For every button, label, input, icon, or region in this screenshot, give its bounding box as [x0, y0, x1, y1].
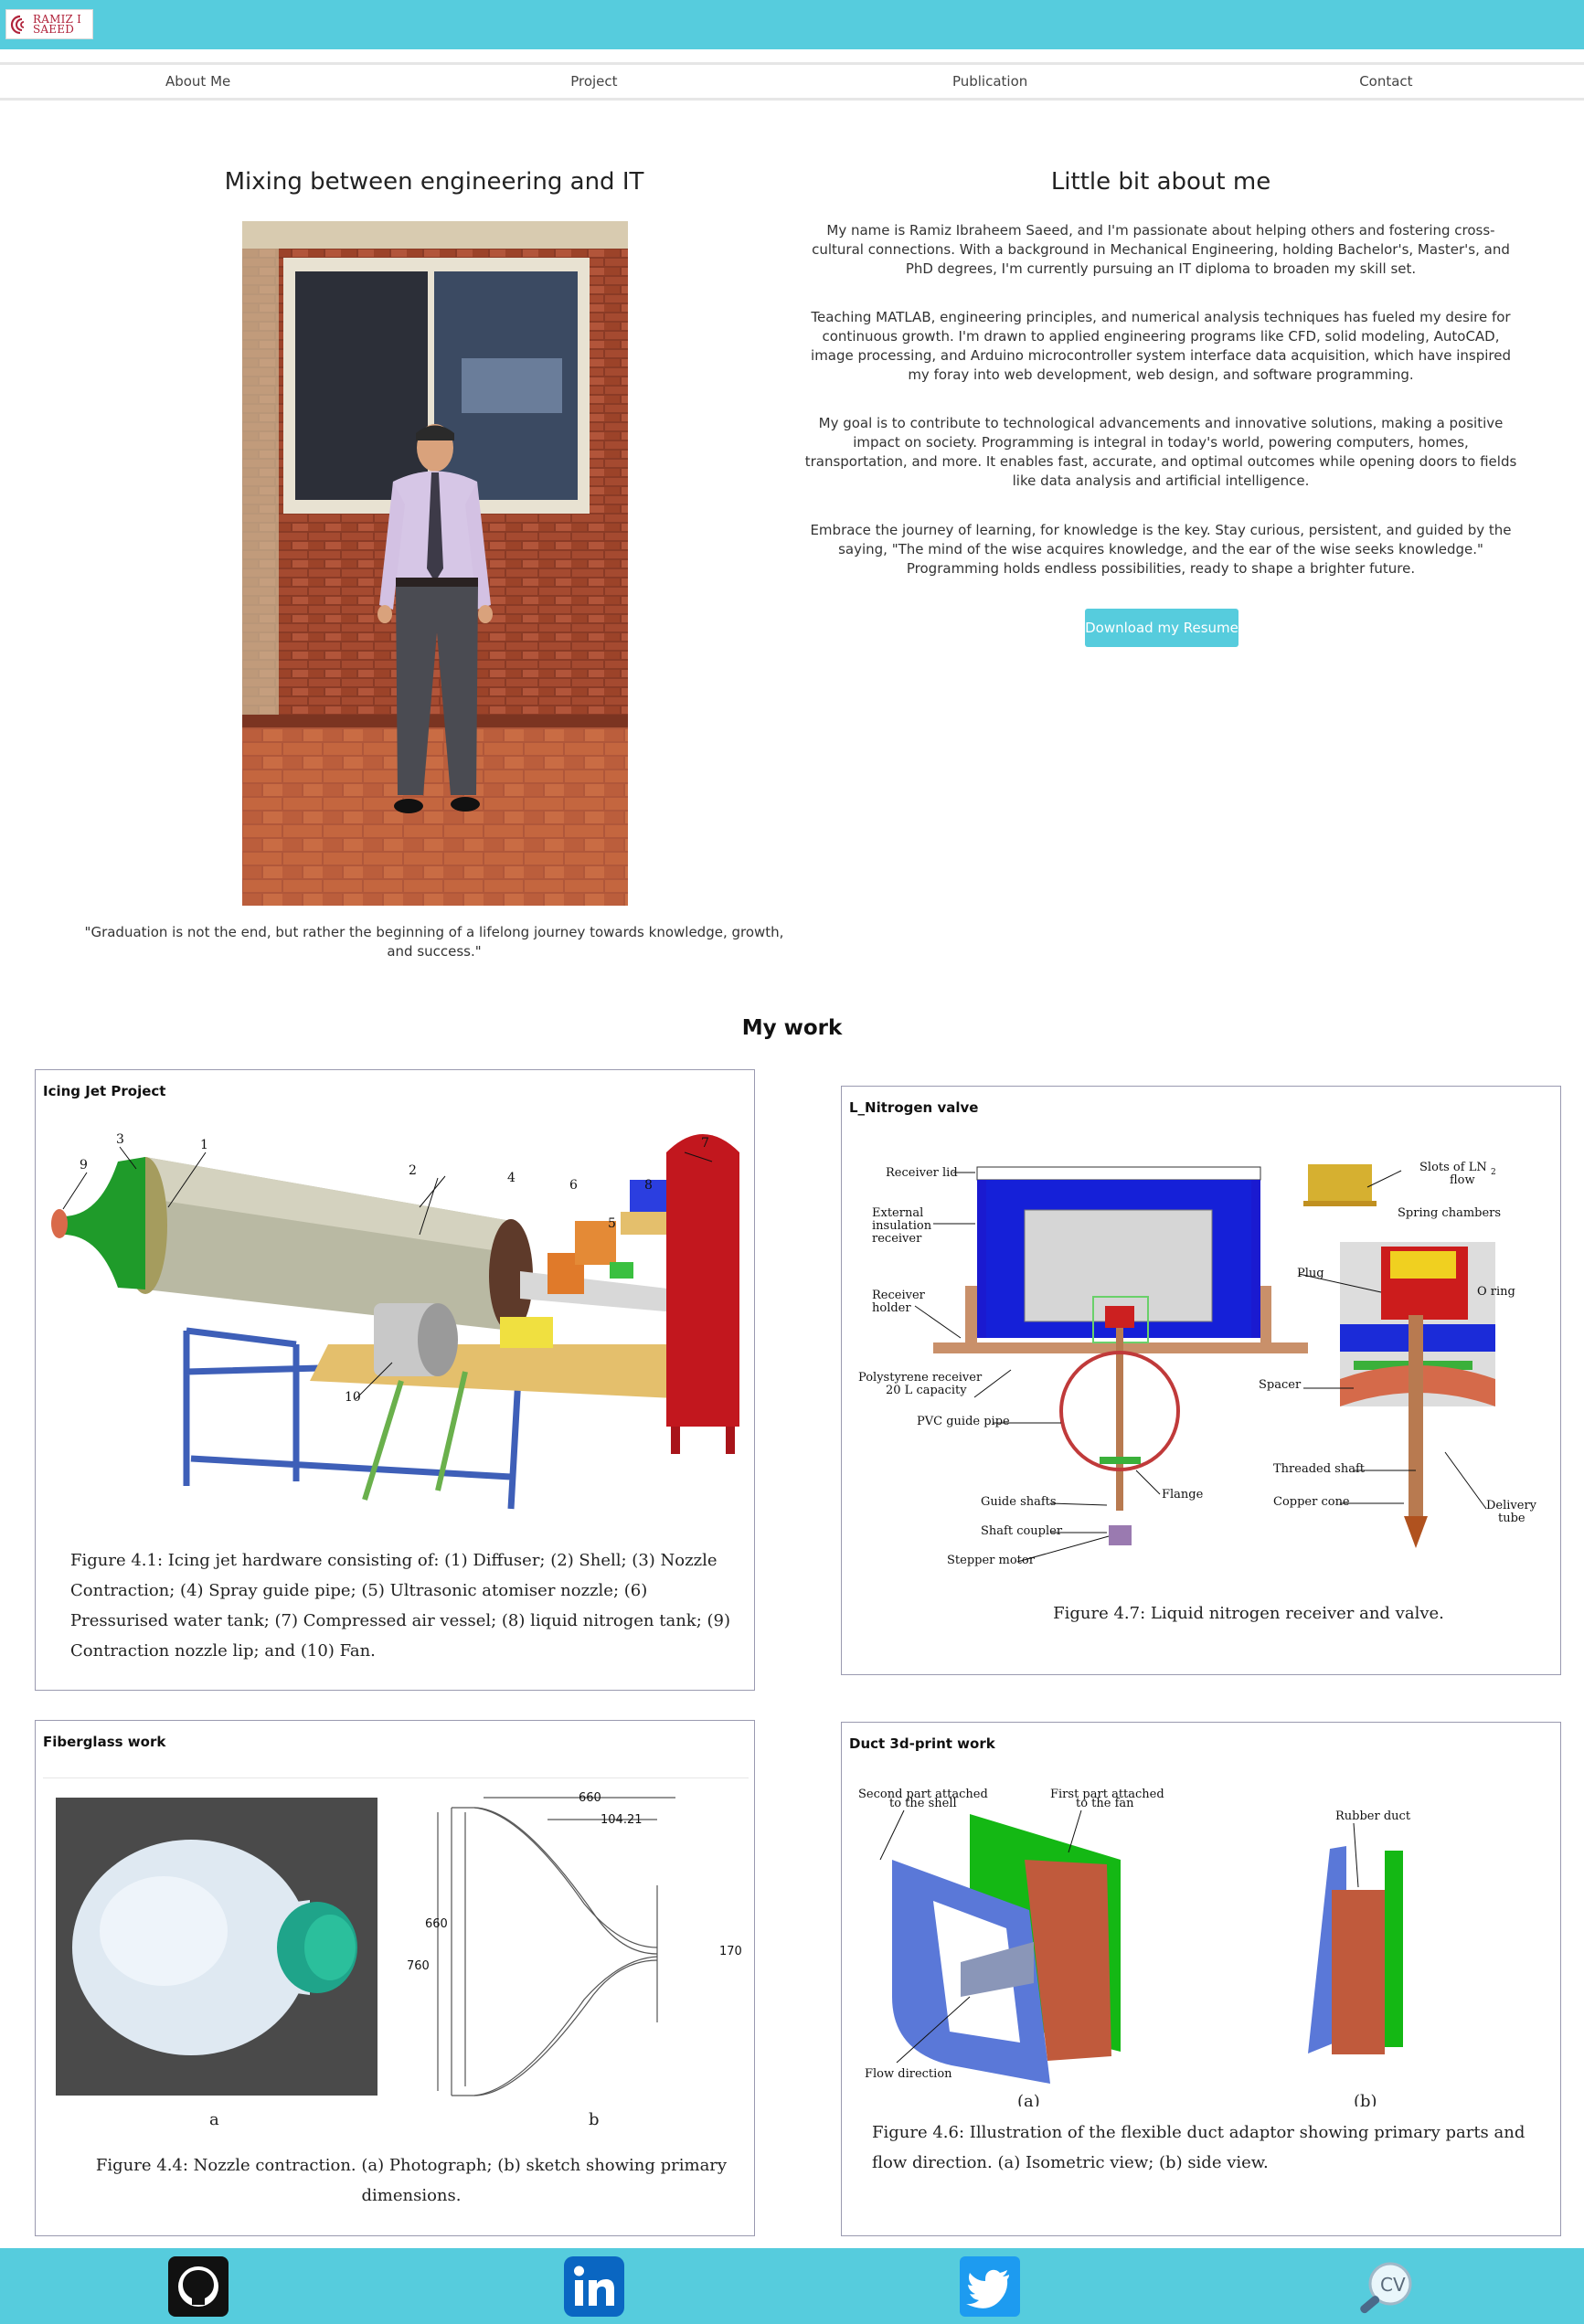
- fig-label: Receiver: [872, 1289, 926, 1302]
- about-paragraph-4: Embrace the journey of learning, for kno…: [810, 522, 1512, 577]
- footer-cell: [792, 2248, 1188, 2324]
- fig-label: Rubber duct: [1335, 1809, 1411, 1823]
- nav-about-me[interactable]: About Me: [0, 65, 396, 98]
- dimension-label: 760: [407, 1959, 430, 1973]
- project-card-icing-jet[interactable]: Icing Jet Project 9 3 1 2 4 6 8 7 5 10 F…: [35, 1069, 755, 1691]
- nitrogen-valve-figure: Receiver lid External insulation receive…: [858, 1161, 1537, 1567]
- fig-label: Receiver lid: [886, 1166, 958, 1180]
- fig-label: 2: [1491, 1168, 1496, 1177]
- project-card-duct-3d-print[interactable]: Duct 3d-print work Second part attached …: [841, 1722, 1561, 2236]
- quote-text: "Graduation is not the end, but rather t…: [84, 924, 784, 960]
- about-paragraph-2: Teaching MATLAB, engineering principles,…: [811, 309, 1511, 383]
- logo-mark-icon: [10, 15, 30, 35]
- fig-label: Slots of LN: [1419, 1161, 1487, 1174]
- fig-label: Shaft coupler: [981, 1524, 1063, 1538]
- linkedin-icon[interactable]: [562, 2255, 626, 2319]
- about-paragraph-1: My name is Ramiz Ibraheem Saeed, and I'm…: [812, 222, 1510, 277]
- download-resume-button[interactable]: Download my Resume: [1085, 609, 1238, 647]
- nav-publication[interactable]: Publication: [792, 65, 1188, 98]
- figure-caption: Figure 4.6: Illustration of the flexible…: [872, 2123, 1526, 2172]
- panel-label: b: [589, 2110, 600, 2129]
- left-section-title: Mixing between engineering and IT: [224, 168, 644, 196]
- fig-label: Spacer: [1259, 1378, 1302, 1392]
- about-me-title: Little bit about me: [1050, 168, 1271, 196]
- fig-label: holder: [872, 1301, 911, 1315]
- twitter-icon[interactable]: [958, 2255, 1022, 2319]
- logo-text: RAMIZ I SAEED: [33, 14, 81, 36]
- fig-label: 7: [701, 1136, 709, 1151]
- fig-label: 8: [644, 1178, 653, 1193]
- github-icon[interactable]: [166, 2255, 230, 2319]
- fig-label: Delivery: [1486, 1499, 1537, 1512]
- portrait-photo: [242, 221, 628, 906]
- logo-line-2: SAEED: [33, 22, 75, 36]
- fig-label: O ring: [1477, 1285, 1515, 1299]
- cv-icon[interactable]: CV: [1354, 2255, 1418, 2319]
- fig-label: Flange: [1162, 1488, 1204, 1502]
- icing-jet-figure: 9 3 1 2 4 6 8 7 5 10: [51, 1132, 739, 1510]
- panel-label: (a): [1017, 2092, 1040, 2106]
- figure-caption: Figure 4.4: Nozzle contraction. (a) Phot…: [95, 2156, 728, 2205]
- footer-cell: [0, 2248, 396, 2324]
- fig-label: Guide shafts: [981, 1495, 1057, 1509]
- nav-contact[interactable]: Contact: [1188, 65, 1584, 98]
- about-paragraph-3: My goal is to contribute to technologica…: [804, 415, 1517, 489]
- fig-label: Threaded shaft: [1273, 1462, 1366, 1476]
- dimension-label: 660: [425, 1917, 448, 1931]
- project-card-fiberglass[interactable]: Fiberglass work 660 104.21 660 760 170 a…: [35, 1720, 755, 2236]
- cv-text: CV: [1380, 2274, 1406, 2296]
- footer-cell: [396, 2248, 792, 2324]
- fig-label: receiver: [872, 1232, 922, 1246]
- fig-label: insulation: [872, 1219, 932, 1233]
- footer-cell: CV: [1188, 2248, 1584, 2324]
- site-logo[interactable]: RAMIZ I SAEED: [5, 9, 93, 39]
- fig-label: 1: [200, 1138, 208, 1152]
- figure-caption: Figure 4.7: Liquid nitrogen receiver and…: [1053, 1604, 1444, 1623]
- dimension-label: 660: [579, 1791, 601, 1805]
- fig-label: Flow direction: [865, 2067, 952, 2081]
- nav-project[interactable]: Project: [396, 65, 792, 98]
- fig-label: 2: [409, 1163, 417, 1178]
- fig-label: 4: [507, 1171, 516, 1185]
- fig-label: 10: [345, 1390, 361, 1405]
- main-nav: About Me Project Publication Contact: [0, 62, 1584, 101]
- fig-label: Copper cone: [1273, 1495, 1350, 1509]
- footer: CV: [0, 2248, 1584, 2324]
- fig-label: to the fan: [1076, 1797, 1134, 1810]
- fig-label: 3: [116, 1132, 124, 1147]
- panel-label: a: [209, 2110, 219, 2129]
- fig-label: PVC guide pipe: [917, 1415, 1010, 1428]
- fig-label: 20 L capacity: [886, 1384, 967, 1397]
- fig-label: 9: [80, 1158, 88, 1173]
- fiberglass-figure: 660 104.21 660 760 170 a b: [56, 1791, 742, 2129]
- dimension-label: 104.21: [601, 1813, 643, 1827]
- fig-label: to the shell: [889, 1797, 957, 1810]
- dimension-label: 170: [719, 1945, 742, 1958]
- fig-label: 6: [569, 1178, 578, 1193]
- project-card-nitrogen-valve[interactable]: L_Nitrogen valve Receiver lid External i…: [841, 1086, 1561, 1675]
- fig-label: tube: [1498, 1512, 1526, 1525]
- fig-label: Polystyrene receiver: [858, 1371, 983, 1385]
- figure-caption: Figure 4.1: Icing jet hardware consistin…: [70, 1551, 730, 1661]
- fig-label: 5: [608, 1216, 616, 1231]
- top-bar: RAMIZ I SAEED: [0, 0, 1584, 49]
- fig-label: Spring chambers: [1398, 1206, 1501, 1220]
- fig-label: flow: [1450, 1173, 1475, 1187]
- my-work-title: My work: [741, 1016, 843, 1040]
- fig-label: External: [872, 1206, 923, 1220]
- duct-figure: Second part attached to the shell First …: [858, 1788, 1411, 2106]
- panel-label: (b): [1354, 2092, 1377, 2106]
